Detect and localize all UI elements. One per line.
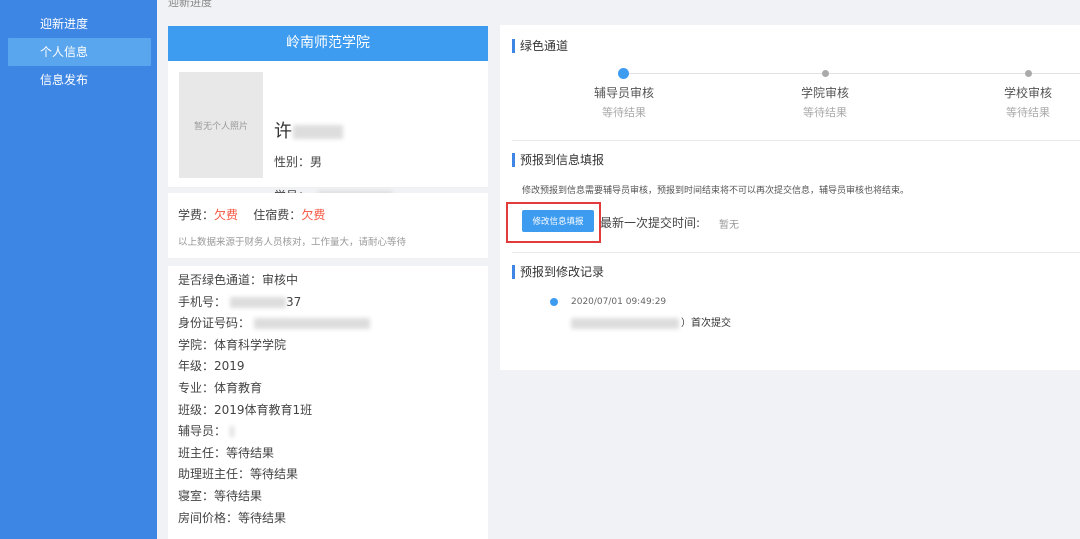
timeline-dot bbox=[550, 298, 558, 306]
id-label: 身份证号码： bbox=[178, 316, 251, 331]
divider bbox=[512, 140, 1080, 141]
redacted-phone bbox=[230, 296, 287, 308]
student-name: 许 bbox=[274, 117, 343, 143]
tuition-status: 欠费 bbox=[214, 208, 239, 222]
step-college-status: 等待结果 bbox=[803, 106, 847, 119]
detail-phone: 手机号： 37 bbox=[178, 292, 478, 314]
sidebar-item-progress[interactable]: 迎新进度 bbox=[0, 10, 157, 38]
profile-summary: 暂无个人照片 许 性别：男 学号： bbox=[168, 61, 488, 203]
redacted-record-name bbox=[571, 317, 679, 329]
redacted-name bbox=[293, 125, 343, 139]
step-school-label: 学校审核 bbox=[1003, 86, 1052, 100]
tuition-label: 学费： bbox=[178, 208, 215, 222]
divider bbox=[512, 252, 1080, 253]
records-title: 预报到修改记录 bbox=[512, 265, 604, 279]
prereg-notice: 修改预报到信息需要辅导员审核，预报到时间结束将不可以再次提交信息，辅导员审核也将… bbox=[522, 186, 910, 196]
detail-grade: 年级：2019 bbox=[178, 359, 245, 374]
step-dot-school bbox=[1025, 70, 1032, 77]
step-dot-counselor bbox=[618, 68, 629, 79]
record-time: 2020/07/01 09:49:29 bbox=[571, 297, 667, 307]
dorm-fee-status: 欠费 bbox=[301, 208, 326, 222]
page-title-fragment: 迎新进度 bbox=[168, 0, 212, 9]
detail-counselor: 辅导员： bbox=[178, 421, 478, 443]
detail-dorm: 寝室：等待结果 bbox=[178, 488, 263, 503]
record-text: ）首次提交 bbox=[571, 314, 731, 329]
step-dot-college bbox=[822, 70, 829, 77]
student-name-visible: 许 bbox=[274, 121, 293, 142]
fee-note: 以上数据来源于财务人员核对，工作量大，请耐心等待 bbox=[178, 237, 407, 248]
profile-card: 暂无个人照片 许 性别：男 学号： bbox=[168, 61, 488, 203]
detail-green-channel: 是否绿色通道：审核中 bbox=[178, 273, 299, 287]
sidebar-item-personal-info[interactable]: 个人信息 bbox=[8, 38, 151, 66]
detail-room-price: 房间价格：等待结果 bbox=[178, 510, 287, 525]
detail-id-number: 身份证号码： bbox=[178, 313, 478, 335]
step-college-label: 学院审核 bbox=[800, 86, 849, 100]
phone-tail: 37 bbox=[286, 294, 302, 309]
detail-class: 班级：2019体育教育1班 bbox=[178, 402, 313, 417]
student-details: 是否绿色通道：审核中 手机号： 37 身份证号码： 学院：体育科学学院 年级：20… bbox=[168, 266, 488, 539]
profile-panel: 岭南师范学院 暂无个人照片 许 性别：男 学号： 学费：欠费 住宿费：欠费 以上… bbox=[168, 26, 488, 539]
dorm-fee-label: 住宿费： bbox=[253, 208, 302, 222]
sidebar-item-announcements[interactable]: 信息发布 bbox=[0, 66, 157, 94]
photo-placeholder: 暂无个人照片 bbox=[179, 72, 263, 178]
detail-college: 学院：体育科学学院 bbox=[178, 337, 287, 352]
step-counselor-label: 辅导员审核 bbox=[593, 86, 654, 100]
redacted-counselor bbox=[230, 426, 235, 438]
counselor-label: 辅导员： bbox=[178, 424, 227, 439]
detail-major: 专业：体育教育 bbox=[178, 380, 263, 395]
last-submit-value: 暂无 bbox=[719, 220, 739, 231]
fee-status: 学费：欠费 住宿费：欠费 bbox=[178, 206, 325, 223]
gender: 性别：男 bbox=[274, 155, 323, 169]
fees-section: 学费：欠费 住宿费：欠费 以上数据来源于财务人员核对，工作量大，请耐心等待 bbox=[168, 193, 488, 259]
redacted-id-number bbox=[254, 318, 371, 330]
edit-info-button[interactable]: 修改信息填报 bbox=[522, 210, 594, 232]
prereg-title: 预报到信息填报 bbox=[512, 153, 604, 167]
step-school-status: 等待结果 bbox=[1006, 106, 1050, 119]
school-header: 岭南师范学院 bbox=[168, 26, 488, 61]
sidebar: 迎新进度 个人信息 信息发布 bbox=[0, 0, 157, 539]
record-action: ）首次提交 bbox=[681, 318, 731, 329]
detail-assistant-head-teacher: 助理班主任：等待结果 bbox=[178, 467, 299, 482]
phone-label: 手机号： bbox=[178, 294, 227, 309]
application-panel: 绿色通道 辅导员审核 等待结果 学院审核 等待结果 学校审核 等待结果 预报到信… bbox=[500, 25, 1080, 370]
steps-line bbox=[624, 73, 1080, 74]
detail-head-teacher: 班主任：等待结果 bbox=[178, 445, 275, 460]
green-channel-title: 绿色通道 bbox=[512, 39, 568, 53]
last-submit-label: 最新一次提交时间: bbox=[600, 216, 701, 230]
step-counselor-status: 等待结果 bbox=[602, 106, 646, 119]
